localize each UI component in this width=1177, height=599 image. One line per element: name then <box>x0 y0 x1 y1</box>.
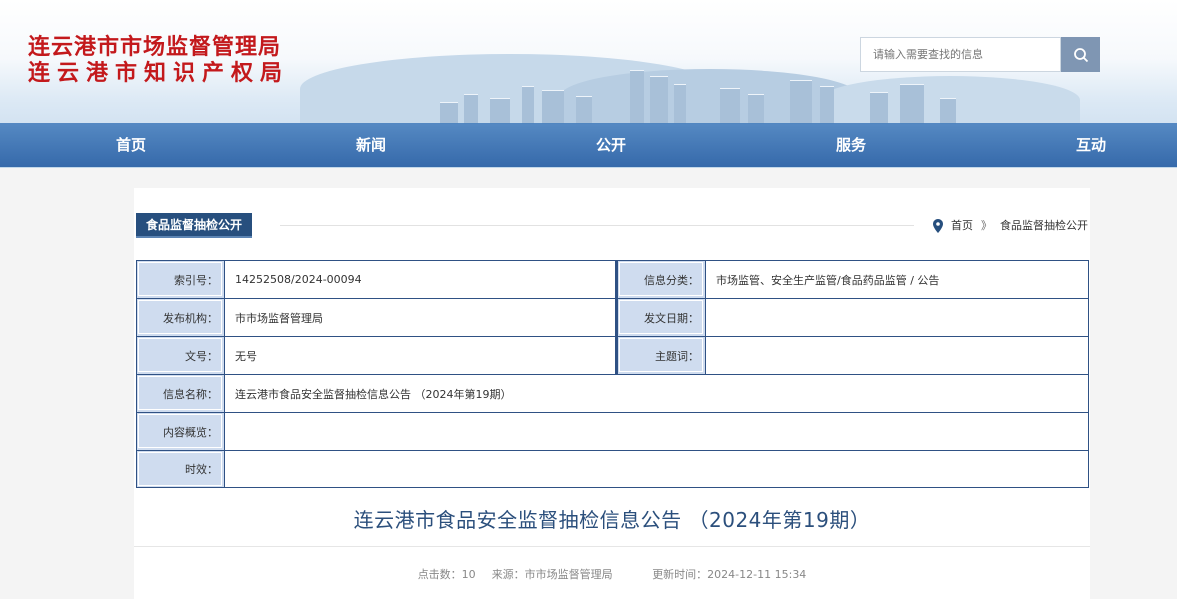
section-title: 食品监督抽检公开 <box>136 213 253 238</box>
info-name-label: 信息名称： <box>136 374 224 412</box>
summary-label: 内容概览： <box>136 412 224 450</box>
search-icon <box>1073 47 1088 62</box>
main-nav: 首页 新闻 公开 服务 互动 <box>0 123 1177 167</box>
article-info: 点击数：10 来源：市市场监督管理局 更新时间：2024-12-11 15:34 <box>134 566 1090 582</box>
subject-value <box>705 336 1089 374</box>
table-row: 发布机构： 市市场监督管理局 发文日期： <box>136 298 1089 336</box>
date-value <box>705 298 1089 336</box>
nav-item-home[interactable]: 首页 <box>71 123 191 167</box>
subject-label: 主题词： <box>617 336 705 374</box>
validity-label: 时效： <box>136 450 224 488</box>
site-name-line1: 连云港市市场监督管理局 <box>28 34 282 60</box>
search-input[interactable] <box>860 37 1061 72</box>
table-row: 文号： 无号 主题词： <box>136 336 1089 374</box>
info-name-value: 连云港市食品安全监督抽检信息公告 （2024年第19期） <box>224 374 1089 412</box>
section-divider <box>280 225 914 226</box>
doc-number-label: 文号： <box>136 336 224 374</box>
article-title: 连云港市食品安全监督抽检信息公告 （2024年第19期） <box>353 508 871 532</box>
nav-item-interact[interactable]: 互动 <box>1031 123 1151 167</box>
update-time: 更新时间：2024-12-11 15:34 <box>652 568 807 581</box>
nav-item-service[interactable]: 服务 <box>791 123 911 167</box>
location-pin-icon <box>933 218 943 233</box>
nav-item-news[interactable]: 新闻 <box>311 123 431 167</box>
info-meta-table: 索引号： 14252508/2024-00094 信息分类： 市场监管、安全生产… <box>136 260 1089 488</box>
category-value: 市场监管、安全生产监管/食品药品监管 / 公告 <box>705 260 1089 298</box>
index-label: 索引号： <box>136 260 224 298</box>
click-count: 点击数：10 <box>417 568 476 581</box>
article-source: 来源：市市场监督管理局 <box>491 568 613 581</box>
section-header: 食品监督抽检公开 首页 》 食品监督抽检公开 <box>134 213 1090 239</box>
category-label: 信息分类： <box>617 260 705 298</box>
table-row: 信息名称： 连云港市食品安全监督抽检信息公告 （2024年第19期） <box>136 374 1089 412</box>
title-divider <box>134 546 1090 547</box>
validity-value <box>224 450 1089 488</box>
index-value: 14252508/2024-00094 <box>224 260 617 298</box>
site-name-line2: 连云港市知识产权局 <box>28 60 290 86</box>
publisher-label: 发布机构： <box>136 298 224 336</box>
publisher-value: 市市场监督管理局 <box>224 298 617 336</box>
summary-value <box>224 412 1089 450</box>
nav-item-public[interactable]: 公开 <box>551 123 671 167</box>
doc-number-value: 无号 <box>224 336 617 374</box>
table-row: 时效： <box>136 450 1089 488</box>
banner-skyline <box>430 68 990 124</box>
search-box <box>860 37 1100 72</box>
breadcrumb: 首页 》 食品监督抽检公开 <box>933 213 1088 238</box>
search-button[interactable] <box>1061 37 1100 72</box>
table-row: 索引号： 14252508/2024-00094 信息分类： 市场监管、安全生产… <box>136 260 1089 298</box>
table-row: 内容概览： <box>136 412 1089 450</box>
breadcrumb-separator: 》 <box>981 219 992 232</box>
breadcrumb-current[interactable]: 食品监督抽检公开 <box>1000 213 1088 238</box>
breadcrumb-home[interactable]: 首页 <box>951 213 973 238</box>
content-panel: 食品监督抽检公开 首页 》 食品监督抽检公开 索引号： 14252508/202… <box>134 188 1090 599</box>
site-logo[interactable]: 连云港市市场监督管理局 连云港市知识产权局 <box>28 34 289 86</box>
date-label: 发文日期： <box>617 298 705 336</box>
